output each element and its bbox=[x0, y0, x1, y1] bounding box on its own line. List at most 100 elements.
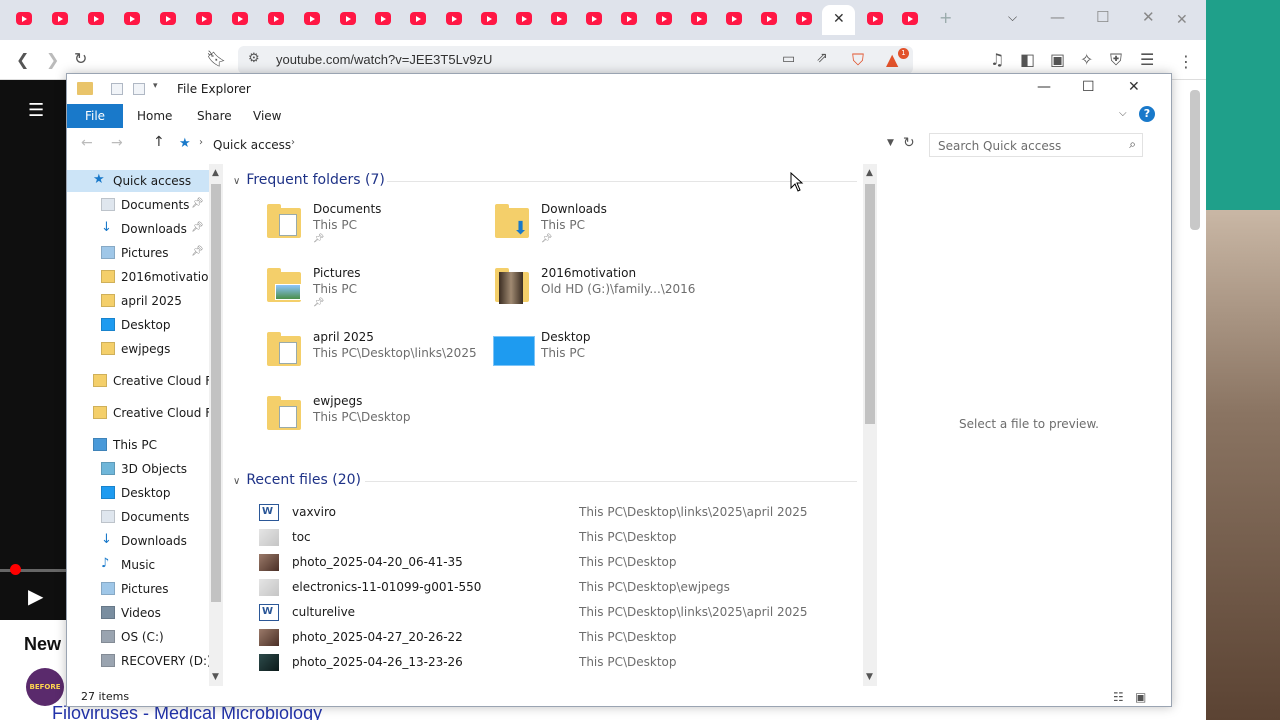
youtube-tab-icon[interactable] bbox=[52, 12, 68, 25]
play-icon[interactable]: ▶ bbox=[28, 584, 43, 608]
youtube-tab-icon[interactable] bbox=[375, 12, 391, 25]
sidebar-icon[interactable]: ◧ bbox=[1020, 50, 1035, 69]
video-scrubber[interactable] bbox=[10, 564, 21, 575]
details-view-icon[interactable]: ☷ bbox=[1113, 690, 1124, 704]
youtube-tab-icon[interactable] bbox=[410, 12, 426, 25]
nav-item-quick-access[interactable]: ★ Quick access bbox=[67, 170, 209, 192]
recent-file-row[interactable]: photo_2025-04-26_13-23-26 This PC\Desktop bbox=[255, 650, 855, 675]
breadcrumb-quick-access[interactable]: Quick access bbox=[213, 138, 291, 152]
breadcrumb-chevron-icon[interactable]: › bbox=[291, 137, 295, 148]
nav-item-ewjpegs[interactable]: ewjpegs bbox=[67, 338, 209, 360]
wallet-icon[interactable]: ▣ bbox=[1050, 50, 1065, 69]
nav-scroll-down-icon[interactable]: ▼ bbox=[212, 672, 219, 682]
breadcrumb-chevron-icon[interactable]: › bbox=[199, 137, 203, 148]
nav-item-os-c[interactable]: OS (C:) bbox=[67, 626, 209, 648]
media-icon[interactable]: ♫ bbox=[990, 50, 1004, 69]
content-scroll-up-icon[interactable]: ▲ bbox=[866, 168, 873, 178]
recent-file-row[interactable]: electronics-11-01099-g001-550 This PC\Des… bbox=[255, 575, 855, 600]
youtube-menu-icon[interactable]: ☰ bbox=[28, 100, 44, 121]
youtube-tab-icon[interactable] bbox=[656, 12, 672, 25]
frequent-folder-tile[interactable]: Desktop This PC bbox=[493, 330, 713, 388]
back-arrow-icon[interactable]: ← bbox=[81, 135, 93, 151]
minimize-icon[interactable]: — bbox=[1037, 79, 1051, 95]
youtube-tab-icon[interactable] bbox=[726, 12, 742, 25]
second-window-close-icon[interactable]: ✕ bbox=[1176, 12, 1188, 28]
back-icon[interactable]: ❮ bbox=[16, 50, 29, 69]
youtube-tab-icon[interactable] bbox=[867, 12, 883, 25]
nav-item-documents[interactable]: Documents bbox=[67, 506, 209, 528]
search-input[interactable]: Search Quick access bbox=[938, 139, 1061, 153]
recent-file-row[interactable]: culturelive This PC\Desktop\links\2025\ap… bbox=[255, 600, 855, 625]
ribbon-file-tab[interactable]: File bbox=[67, 104, 123, 128]
youtube-tab-icon[interactable] bbox=[88, 12, 104, 25]
youtube-tab-icon[interactable] bbox=[761, 12, 777, 25]
explorer-titlebar[interactable]: ▾ File Explorer — ☐ ✕ bbox=[67, 74, 1171, 104]
nav-item-pictures[interactable]: Pictures bbox=[67, 578, 209, 600]
browser-maximize-icon[interactable]: ☐ bbox=[1096, 8, 1109, 26]
tab-search-chevron-icon[interactable]: ⌵ bbox=[1008, 10, 1017, 25]
youtube-tab-icon[interactable] bbox=[516, 12, 532, 25]
nav-item-downloads[interactable]: ↓ Downloads 📌︎ bbox=[67, 218, 209, 240]
new-folder-icon[interactable] bbox=[133, 83, 145, 95]
customize-toolbar-icon[interactable]: ▾ bbox=[153, 81, 158, 91]
search-box[interactable]: Search Quick access ⌕ bbox=[929, 133, 1143, 157]
active-tab[interactable]: ✕ bbox=[822, 5, 855, 35]
browser-minimize-icon[interactable]: — bbox=[1050, 8, 1065, 26]
nav-item-creative-cloud-fil[interactable]: Creative Cloud Fil bbox=[67, 402, 209, 424]
nav-scroll-up-icon[interactable]: ▲ bbox=[212, 168, 219, 178]
nav-item-this-pc[interactable]: This PC bbox=[67, 434, 209, 456]
ribbon-tab-share[interactable]: Share bbox=[197, 109, 232, 123]
youtube-tab-icon[interactable] bbox=[586, 12, 602, 25]
nav-item-april-2025[interactable]: april 2025 bbox=[67, 290, 209, 312]
kebab-menu-icon[interactable]: ⋮ bbox=[1178, 52, 1194, 71]
vpn-icon[interactable]: ⛨ bbox=[1110, 50, 1122, 70]
frequent-folder-tile[interactable]: april 2025 This PC\Desktop\links\2025 bbox=[265, 330, 485, 388]
ribbon-tab-home[interactable]: Home bbox=[137, 109, 172, 123]
youtube-tab-icon[interactable] bbox=[796, 12, 812, 25]
browser-close-icon[interactable]: ✕ bbox=[1142, 8, 1155, 26]
large-icons-view-icon[interactable]: ▣ bbox=[1135, 690, 1146, 704]
youtube-tab-icon[interactable] bbox=[551, 12, 567, 25]
recent-files-header[interactable]: ∨ Recent files (20) bbox=[233, 472, 361, 488]
recent-file-row[interactable]: photo_2025-04-27_20-26-22 This PC\Desktop bbox=[255, 625, 855, 650]
nav-item-desktop[interactable]: Desktop bbox=[67, 482, 209, 504]
content-scroll-down-icon[interactable]: ▼ bbox=[866, 672, 873, 682]
leo-ai-icon[interactable]: ✧ bbox=[1080, 50, 1093, 69]
frequent-folders-header[interactable]: ∨ Frequent folders (7) bbox=[233, 172, 385, 188]
content-scroll-thumb[interactable] bbox=[865, 184, 875, 424]
frequent-folder-tile[interactable]: ewjpegs This PC\Desktop bbox=[265, 394, 485, 452]
youtube-tab-icon[interactable] bbox=[340, 12, 356, 25]
nav-item-2016motivation[interactable]: 2016motivation bbox=[67, 266, 209, 288]
maximize-icon[interactable]: ☐ bbox=[1082, 79, 1095, 95]
menu-icon[interactable]: ☰ bbox=[1140, 50, 1154, 69]
nav-item-creative-cloud-fil[interactable]: Creative Cloud Fil bbox=[67, 370, 209, 392]
frequent-folder-tile[interactable]: Documents This PC 📌︎ bbox=[265, 202, 485, 260]
nav-scroll-thumb[interactable] bbox=[211, 184, 221, 602]
search-icon[interactable]: ⌕ bbox=[1129, 137, 1136, 152]
youtube-tab-icon[interactable] bbox=[268, 12, 284, 25]
close-icon[interactable]: ✕ bbox=[1128, 79, 1140, 95]
nav-item-desktop[interactable]: Desktop bbox=[67, 314, 209, 336]
brave-shield-icon[interactable]: ⛉ bbox=[852, 50, 864, 70]
nav-item-recovery-d[interactable]: RECOVERY (D:) bbox=[67, 650, 209, 672]
reload-icon[interactable]: ↻ bbox=[74, 49, 87, 68]
frequent-folder-tile[interactable]: 2016motivation Old HD (G:)\family...\2016 bbox=[493, 266, 713, 324]
youtube-tab-icon[interactable] bbox=[621, 12, 637, 25]
bookmark-icon[interactable]: 🔖︎ bbox=[206, 49, 226, 68]
close-tab-icon[interactable]: ✕ bbox=[833, 11, 845, 27]
recent-file-row[interactable]: photo_2025-04-20_06-41-35 This PC\Desktop bbox=[255, 550, 855, 575]
nav-item-pictures[interactable]: Pictures 📌︎ bbox=[67, 242, 209, 264]
ribbon-tab-view[interactable]: View bbox=[253, 109, 281, 123]
youtube-tab-icon[interactable] bbox=[196, 12, 212, 25]
youtube-tab-icon[interactable] bbox=[446, 12, 462, 25]
youtube-tab-icon[interactable] bbox=[124, 12, 140, 25]
expand-ribbon-icon[interactable]: ⌵ bbox=[1119, 108, 1127, 119]
nav-item-3d-objects[interactable]: 3D Objects bbox=[67, 458, 209, 480]
properties-icon[interactable] bbox=[111, 83, 123, 95]
frequent-folder-tile[interactable]: ⬇ Downloads This PC 📌︎ bbox=[493, 202, 713, 260]
youtube-tab-icon[interactable] bbox=[481, 12, 497, 25]
help-icon[interactable]: ? bbox=[1139, 106, 1155, 122]
youtube-tab-icon[interactable] bbox=[691, 12, 707, 25]
youtube-player[interactable] bbox=[0, 80, 66, 620]
nav-item-downloads[interactable]: ↓ Downloads bbox=[67, 530, 209, 552]
